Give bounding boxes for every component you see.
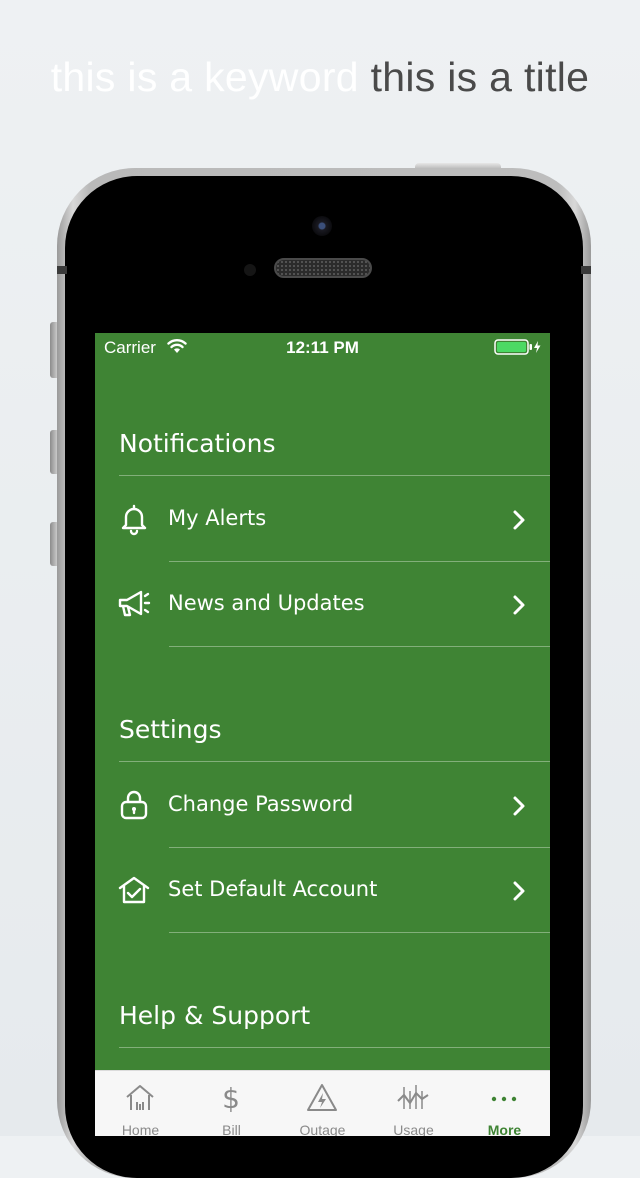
- tab-bill[interactable]: $ Bill: [186, 1071, 277, 1136]
- antenna-band: [581, 266, 591, 274]
- app-screen: Carrier 12:11 PM Notifications My Alerts…: [95, 333, 550, 1136]
- menu-item-my-alerts[interactable]: My Alerts: [95, 476, 550, 561]
- tab-label: Bill: [222, 1122, 241, 1136]
- chevron-right-icon: [512, 795, 526, 821]
- tab-label: More: [487, 1122, 522, 1136]
- megaphone-icon: [117, 587, 151, 621]
- section-title-help-support: Help & Support: [119, 1001, 311, 1030]
- chevron-right-icon: [512, 509, 526, 535]
- tab-usage[interactable]: Usage: [368, 1071, 459, 1136]
- menu-item-change-password[interactable]: Change Password: [95, 762, 550, 847]
- divider: [169, 932, 550, 933]
- usage-icon: [395, 1081, 431, 1113]
- more-icon: [486, 1081, 522, 1113]
- bell-icon: [117, 502, 151, 536]
- earpiece-speaker: [274, 258, 372, 278]
- menu-item-label: Set Default Account: [168, 877, 378, 901]
- dollar-icon: $: [213, 1081, 249, 1115]
- outage-icon: [304, 1081, 340, 1113]
- menu-item-set-default-account[interactable]: Set Default Account: [95, 847, 550, 932]
- lock-icon: [117, 788, 151, 822]
- menu-item-label: News and Updates: [168, 591, 365, 615]
- tab-label: Outage: [299, 1122, 346, 1136]
- menu-item-label: Change Password: [168, 792, 354, 816]
- chevron-right-icon: [512, 880, 526, 906]
- front-camera: [312, 216, 332, 236]
- status-bar: Carrier 12:11 PM: [95, 333, 550, 361]
- tab-home[interactable]: Home: [95, 1071, 186, 1136]
- section-title-settings: Settings: [119, 715, 222, 744]
- tab-label: Usage: [393, 1122, 434, 1136]
- antenna-band: [57, 266, 67, 274]
- divider: [169, 646, 550, 647]
- tab-outage[interactable]: Outage: [277, 1071, 368, 1136]
- tab-more[interactable]: More: [459, 1071, 550, 1136]
- home-icon: [122, 1081, 158, 1113]
- headline-keyword: this is a keyword: [50, 54, 359, 100]
- section-title-notifications: Notifications: [119, 429, 276, 458]
- battery-icon: [494, 339, 542, 359]
- menu-item-label: My Alerts: [168, 506, 267, 530]
- home-check-icon: [117, 873, 151, 907]
- divider: [119, 1047, 550, 1048]
- headline-title: this is a title: [370, 54, 590, 100]
- tab-bar: Home $ Bill Outage Usage More: [95, 1070, 550, 1136]
- menu-item-news-and-updates[interactable]: News and Updates: [95, 561, 550, 646]
- tab-label: Home: [121, 1122, 160, 1136]
- proximity-sensor: [244, 264, 256, 276]
- marketing-headline: this is a keyword this is a title: [0, 54, 640, 101]
- status-time: 12:11 PM: [286, 338, 359, 357]
- svg-text:$: $: [222, 1082, 240, 1113]
- chevron-right-icon: [512, 594, 526, 620]
